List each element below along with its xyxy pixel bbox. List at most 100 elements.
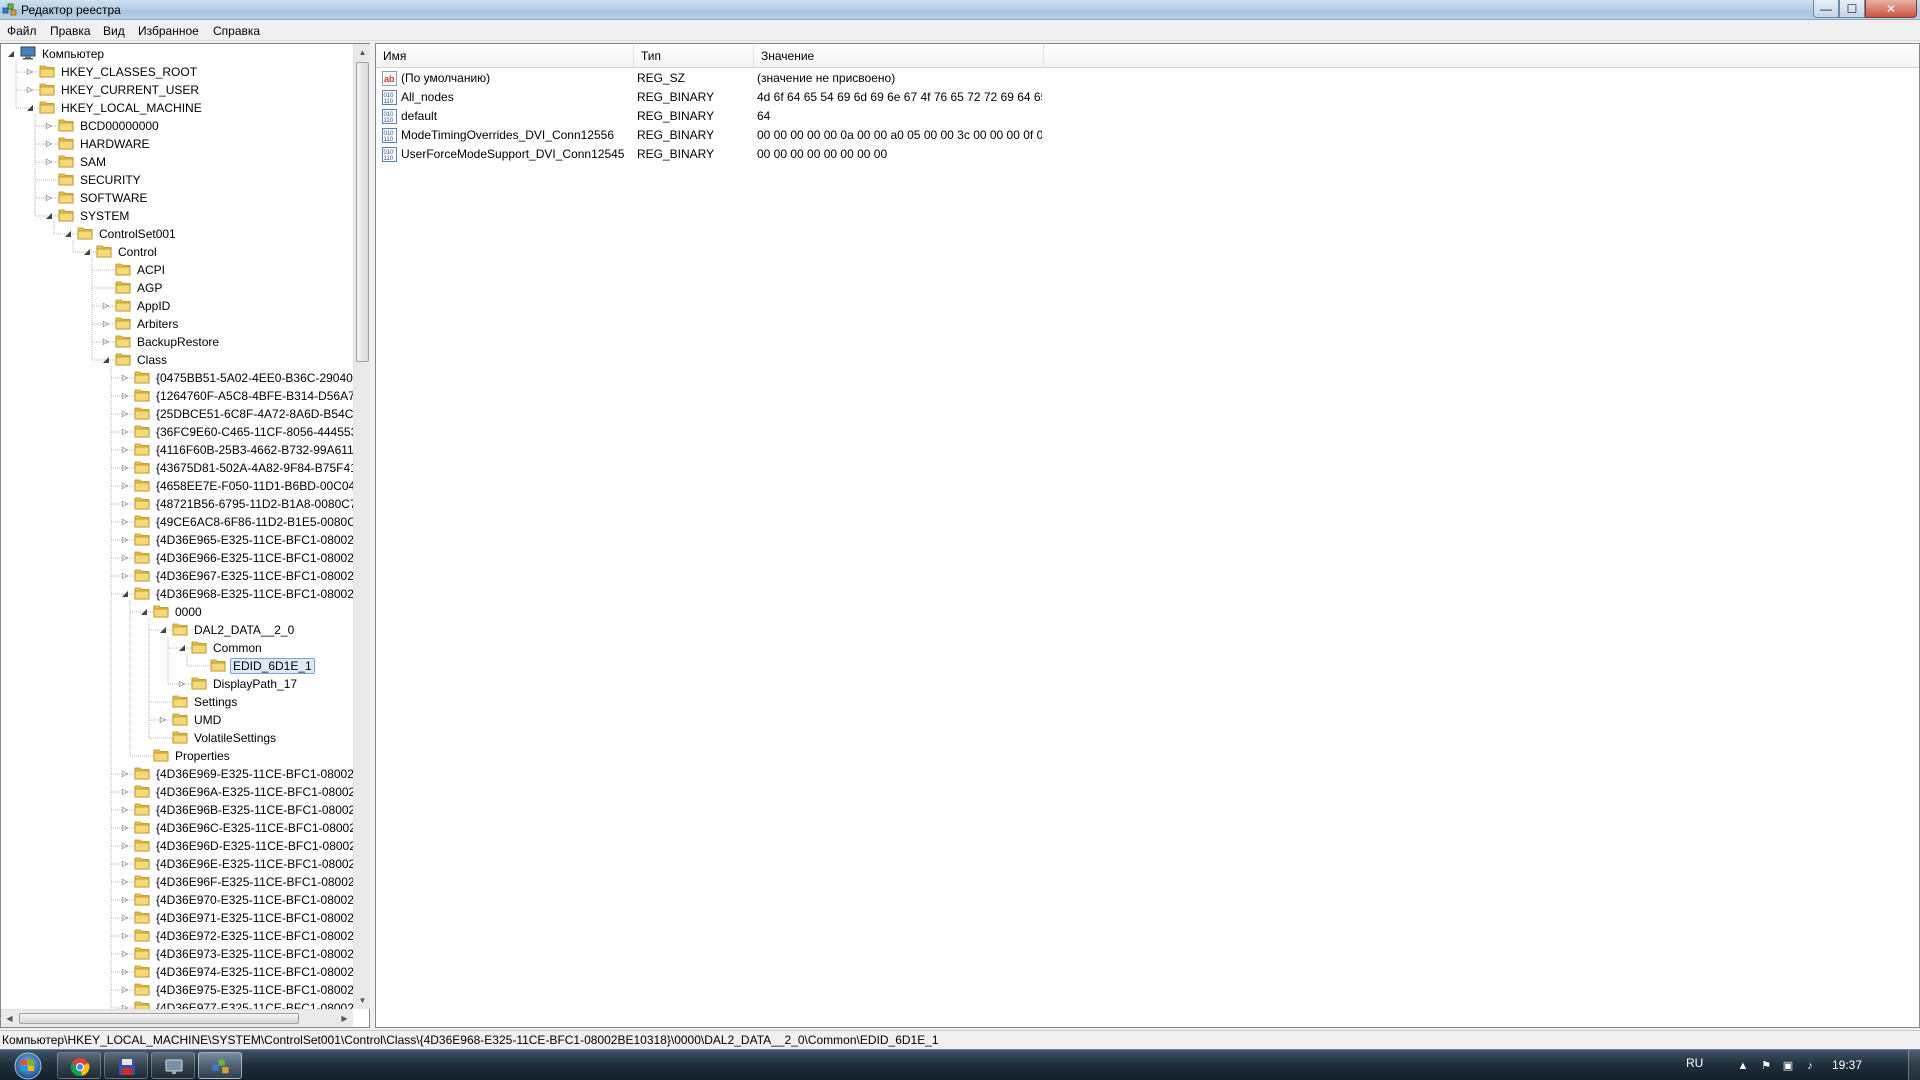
collapse-arrow-icon[interactable]: ◢ [101, 355, 111, 365]
expand-arrow-icon[interactable]: ▷ [120, 913, 130, 923]
expand-arrow-icon[interactable]: ▷ [25, 85, 35, 95]
close-button[interactable]: ✕ [1865, 0, 1917, 18]
expand-arrow-icon[interactable]: ▷ [120, 553, 130, 563]
taskbar-regedit-button[interactable] [198, 1052, 242, 1079]
expand-arrow-icon[interactable]: ▷ [120, 571, 130, 581]
column-type-header[interactable]: Тип [634, 44, 754, 68]
tree-horizontal-scrollbar[interactable]: ◀ ▶ [1, 1009, 353, 1027]
expand-arrow-icon[interactable]: ▷ [120, 895, 130, 905]
expand-arrow-icon[interactable]: ▷ [120, 769, 130, 779]
string-value-icon: ab [382, 71, 397, 86]
value-row[interactable]: 010 110 All_nodes REG_BINARY 4d 6f 64 65 54 … [376, 88, 1919, 107]
key-tree[interactable]: ◢ Компьютер ▷ HKEY_CLASSES_ROOT ▷ HKEY_CURREN… [1, 44, 353, 1009]
windows-start-icon[interactable] [4, 1051, 48, 1080]
menu-edit[interactable]: Правка [46, 23, 95, 39]
expand-arrow-icon[interactable]: ▷ [120, 427, 130, 437]
tree-node-label: {4D36E96C-E325-11CE-BFC1-08002BE [156, 821, 353, 835]
maximize-button[interactable]: ☐ [1839, 0, 1865, 18]
minimize-button[interactable]: — [1813, 0, 1839, 18]
expand-arrow-icon[interactable]: ▷ [120, 967, 130, 977]
tree-node-label: DAL2_DATA__2_0 [194, 623, 295, 637]
expand-arrow-icon[interactable]: ▷ [120, 499, 130, 509]
column-value-header[interactable]: Значение [754, 44, 1044, 68]
expand-arrow-icon[interactable]: ▷ [120, 535, 130, 545]
volume-icon[interactable]: ♪ [1802, 1058, 1818, 1074]
expand-arrow-icon[interactable]: ▷ [44, 139, 54, 149]
column-name-header[interactable]: Имя [376, 44, 634, 68]
expand-arrow-icon[interactable]: ▷ [120, 517, 130, 527]
network-icon[interactable]: ▣ [1780, 1058, 1796, 1074]
action-center-flag-icon[interactable]: ⚑ [1758, 1058, 1774, 1074]
values-list-pane[interactable]: Имя Тип Значение ab (По умолчанию) REG_SZ (… [375, 43, 1920, 1028]
taskbar-save-button[interactable] [104, 1052, 148, 1079]
taskbar-chrome-button[interactable] [57, 1052, 101, 1079]
expand-arrow-icon[interactable]: ▷ [120, 787, 130, 797]
tree-horizontal-scroll-thumb[interactable] [19, 1013, 299, 1024]
collapse-arrow-icon[interactable]: ◢ [158, 625, 168, 635]
menu-favorites[interactable]: Избранное [134, 23, 203, 39]
scroll-left-arrow-icon[interactable]: ◀ [1, 1010, 18, 1027]
expand-arrow-icon[interactable]: ▷ [120, 949, 130, 959]
expand-arrow-icon[interactable]: ▷ [120, 391, 130, 401]
key-tree-pane[interactable]: ◢ Компьютер ▷ HKEY_CLASSES_ROOT ▷ HKEY_CURREN… [0, 43, 370, 1028]
value-row[interactable]: 010 110 UserForceModeSupport_DVI_Conn12545… [376, 145, 1919, 164]
collapse-arrow-icon[interactable]: ◢ [25, 103, 35, 113]
expand-arrow-icon[interactable]: ▷ [44, 157, 54, 167]
folder-icon [58, 154, 74, 168]
expand-arrow-icon[interactable]: ▷ [120, 859, 130, 869]
expand-arrow-icon[interactable]: ▷ [120, 409, 130, 419]
scroll-up-arrow-icon[interactable]: ▲ [354, 44, 371, 61]
tree-vertical-scrollbar[interactable]: ▲ ▼ [353, 44, 370, 1009]
collapse-arrow-icon[interactable]: ◢ [139, 607, 149, 617]
tree-node-label: SYSTEM [80, 209, 130, 223]
expand-arrow-icon[interactable]: ▷ [120, 445, 130, 455]
collapse-arrow-icon[interactable]: ◢ [63, 229, 73, 239]
expand-arrow-icon[interactable]: ▷ [120, 481, 130, 491]
collapse-arrow-icon[interactable]: ◢ [6, 49, 16, 59]
expand-arrow-icon[interactable]: ▷ [44, 121, 54, 131]
show-hidden-icons-icon[interactable]: ▲ [1735, 1058, 1751, 1074]
expand-arrow-icon[interactable]: ▷ [101, 337, 111, 347]
tree-node-label: {4658EE7E-F050-11D1-B6BD-00C04FA [156, 479, 353, 493]
title-bar[interactable]: Редактор реестра — ☐ ✕ [0, 0, 1920, 20]
value-row[interactable]: 010 110 ModeTimingOverrides_DVI_Conn12556 R… [376, 126, 1919, 145]
value-row[interactable]: 010 110 default REG_BINARY 64 [376, 107, 1919, 126]
expand-arrow-icon[interactable]: ▷ [120, 805, 130, 815]
taskbar-monitor-button[interactable] [151, 1052, 195, 1079]
scroll-down-arrow-icon[interactable]: ▼ [354, 992, 371, 1009]
expand-arrow-icon[interactable]: ▷ [101, 301, 111, 311]
folder-icon [134, 820, 150, 834]
tree-vertical-scroll-thumb[interactable] [356, 62, 369, 362]
expand-arrow-icon[interactable]: ▷ [44, 193, 54, 203]
expand-arrow-icon[interactable]: ▷ [120, 463, 130, 473]
collapse-arrow-icon[interactable]: ◢ [177, 643, 187, 653]
value-row[interactable]: ab (По умолчанию) REG_SZ (значение не присв… [376, 69, 1919, 88]
expand-arrow-icon[interactable]: ▷ [101, 319, 111, 329]
collapse-arrow-icon[interactable]: ◢ [120, 589, 130, 599]
value-type: REG_SZ [637, 71, 686, 85]
menu-file[interactable]: Файл [3, 23, 41, 39]
clock[interactable]: 19:37 [1832, 1058, 1862, 1072]
tree-node-label: Properties [175, 749, 230, 763]
expand-arrow-icon[interactable]: ▷ [25, 67, 35, 77]
expand-arrow-icon[interactable]: ▷ [120, 841, 130, 851]
expand-arrow-icon[interactable]: ▷ [158, 715, 168, 725]
monitor-icon [165, 1059, 183, 1074]
expand-arrow-icon[interactable]: ▷ [120, 823, 130, 833]
value-name: ModeTimingOverrides_DVI_Conn12556 [401, 128, 614, 142]
expand-arrow-icon[interactable]: ▷ [120, 877, 130, 887]
show-desktop-button[interactable] [1908, 1050, 1920, 1080]
collapse-arrow-icon[interactable]: ◢ [82, 247, 92, 257]
language-indicator[interactable]: RU [1686, 1056, 1703, 1070]
expand-arrow-icon[interactable]: ▷ [120, 985, 130, 995]
collapse-arrow-icon[interactable]: ◢ [44, 211, 54, 221]
menu-help[interactable]: Справка [209, 23, 264, 39]
expand-arrow-icon[interactable]: ▷ [120, 931, 130, 941]
folder-icon [115, 298, 131, 312]
value-data: 64 [757, 109, 771, 123]
expand-arrow-icon[interactable]: ▷ [177, 679, 187, 689]
regedit-icon [212, 1059, 229, 1074]
expand-arrow-icon[interactable]: ▷ [120, 373, 130, 383]
scroll-right-arrow-icon[interactable]: ▶ [336, 1010, 353, 1027]
menu-view[interactable]: Вид [99, 23, 129, 39]
